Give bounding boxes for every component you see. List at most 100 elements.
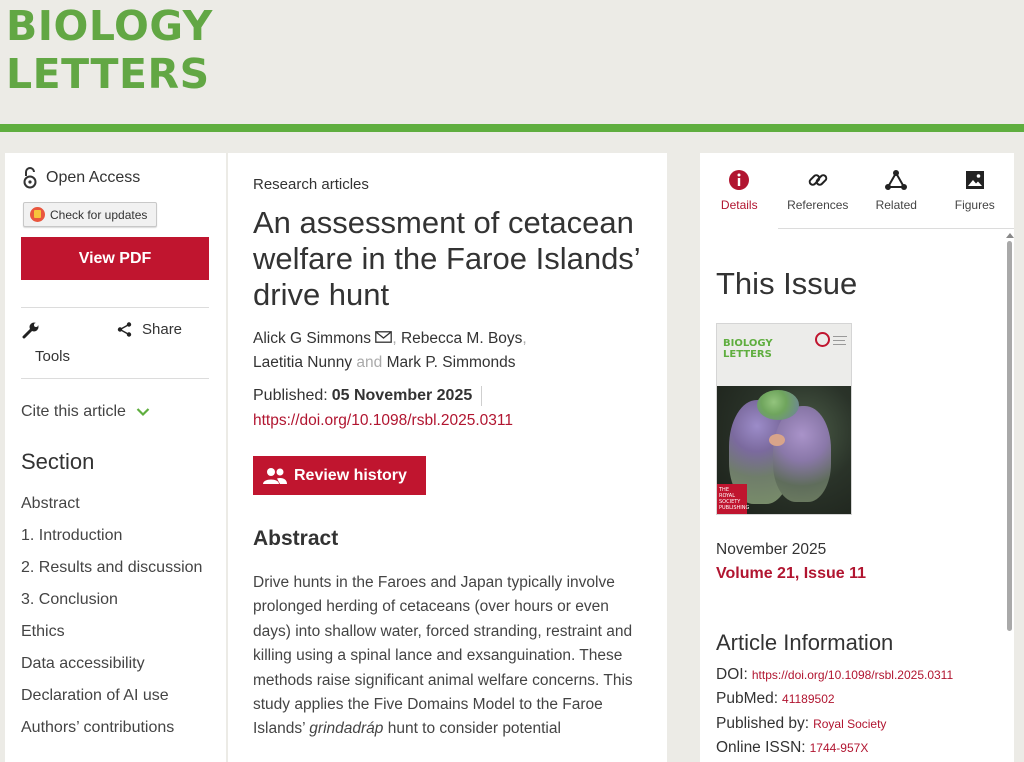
check-for-updates-label: Check for updates: [50, 207, 148, 222]
cover-line: [833, 336, 847, 337]
share-button[interactable]: Share: [117, 321, 182, 338]
tab-related[interactable]: Related: [857, 153, 936, 229]
parrot-beak: [769, 434, 785, 446]
abstract-heading: Abstract: [253, 527, 339, 550]
issue-cover-image[interactable]: BIOLOGY LETTERS THE ROYAL SOCIETY PUBLIS…: [716, 323, 852, 515]
article-title: An assessment of cetacean welfare in the…: [253, 205, 640, 312]
people-icon: [263, 467, 287, 484]
author-link[interactable]: Laetitia Nunny: [253, 354, 352, 371]
tab-label: Figures: [954, 198, 995, 212]
author-link[interactable]: Alick G Simmons: [253, 330, 371, 347]
info-publisher: Published by: Royal Society: [716, 712, 953, 736]
brand-divider: [0, 124, 1024, 132]
info-pubmed: PubMed: 41189502: [716, 687, 953, 711]
cover-line: [833, 340, 845, 341]
check-for-updates-button[interactable]: Check for updates: [23, 202, 157, 227]
published-date: Published: 05 November 2025: [253, 386, 483, 406]
tabs-underline: [778, 228, 1014, 229]
wrench-icon: [22, 322, 39, 339]
open-lock-icon: [23, 167, 37, 189]
section-link-contributions[interactable]: Authors’ contributions: [21, 717, 216, 738]
section-link-abstract[interactable]: Abstract: [21, 493, 216, 514]
section-link-ethics[interactable]: Ethics: [21, 621, 216, 642]
mail-icon[interactable]: [375, 331, 393, 343]
details-panel: Details References Related Figures This …: [700, 153, 1014, 762]
issue-date: November 2025: [716, 541, 827, 558]
panel-scrollbar[interactable]: [1005, 229, 1014, 762]
crossmark-icon: [30, 207, 45, 222]
author-link[interactable]: Rebecca M. Boys: [401, 330, 522, 347]
doi-link[interactable]: https://doi.org/10.1098/rsbl.2025.0311: [253, 412, 513, 430]
parrot-right: [773, 406, 831, 502]
info-icon: [729, 170, 750, 190]
abstract-text-end: hunt to consider potential: [383, 720, 561, 738]
author-list: Alick G Simmons , Rebecca M. Boys, Laeti…: [253, 327, 653, 375]
section-link-introduction[interactable]: 1. Introduction: [21, 525, 216, 546]
cite-article-toggle[interactable]: Cite this article: [21, 403, 150, 421]
open-access-badge: Open Access: [22, 167, 140, 189]
article-main: Research articles An assessment of cetac…: [228, 153, 667, 762]
info-label: DOI:: [716, 666, 748, 683]
published-value: 05 November 2025: [331, 387, 473, 404]
review-history-button[interactable]: Review history: [253, 456, 426, 495]
article-info-heading: Article Information: [716, 630, 894, 655]
tab-details[interactable]: Details: [700, 153, 779, 229]
tools-label: Tools: [35, 348, 71, 365]
sidebar-divider: [21, 307, 209, 308]
image-icon: [965, 171, 984, 189]
info-issn: Online ISSN: 1744-957X: [716, 736, 953, 760]
article-type: Research articles: [253, 176, 369, 193]
published-label: Published:: [253, 387, 328, 404]
author-link[interactable]: Mark P. Simmonds: [387, 354, 516, 371]
scroll-up-arrow[interactable]: [1006, 233, 1014, 238]
logo-line-2: LETTERS: [6, 50, 210, 98]
view-pdf-button[interactable]: View PDF: [21, 237, 209, 280]
cover-title-line-1: BIOLOGY: [723, 338, 773, 349]
abstract-text: Drive hunts in the Faroes and Japan typi…: [253, 571, 638, 742]
author-separator: ,: [392, 330, 401, 347]
review-history-label: Review history: [294, 466, 407, 484]
section-link-ai-use[interactable]: Declaration of AI use: [21, 685, 216, 706]
section-heading: Section: [21, 449, 95, 474]
tab-figures[interactable]: Figures: [936, 153, 1015, 229]
section-link-data-accessibility[interactable]: Data accessibility: [21, 653, 216, 674]
share-label: Share: [142, 321, 183, 338]
cover-line: [833, 344, 846, 345]
chevron-down-icon: [136, 408, 150, 417]
info-label: Online ISSN:: [716, 738, 806, 756]
section-link-conclusion[interactable]: 3. Conclusion: [21, 589, 216, 610]
network-icon: [885, 170, 908, 190]
publisher-logo: THE ROYAL SOCIETY PUBLISHING: [717, 484, 749, 514]
panel-tabs: Details References Related Figures: [700, 153, 1014, 229]
cover-title: BIOLOGY LETTERS: [723, 338, 773, 360]
abstract-text-start: Drive hunts in the Faroes and Japan typi…: [253, 574, 633, 738]
cover-title-line-2: LETTERS: [723, 349, 772, 360]
author-separator: ,: [522, 330, 527, 347]
info-publisher-link[interactable]: Royal Society: [813, 717, 886, 731]
info-issn-link[interactable]: 1744-957X: [810, 741, 869, 755]
cite-label: Cite this article: [21, 403, 126, 420]
journal-logo[interactable]: BIOLOGY LETTERS: [6, 2, 213, 98]
tab-label: Details: [720, 198, 758, 212]
tab-references[interactable]: References: [779, 153, 858, 229]
info-pubmed-link[interactable]: 41189502: [782, 692, 835, 706]
scrollbar-thumb[interactable]: [1007, 241, 1012, 631]
site-header: BIOLOGY LETTERS: [0, 0, 1024, 124]
anniversary-seal: [815, 332, 830, 347]
info-doi-link[interactable]: https://doi.org/10.1098/rsbl.2025.0311: [752, 668, 953, 682]
link-icon: [808, 174, 828, 186]
logo-line-1: BIOLOGY: [6, 2, 213, 50]
issue-volume-link[interactable]: Volume 21, Issue 11: [716, 565, 866, 583]
open-access-label: Open Access: [46, 169, 141, 186]
section-link-results[interactable]: 2. Results and discussion: [21, 557, 216, 578]
info-doi: DOI: https://doi.org/10.1098/rsbl.2025.03…: [716, 663, 953, 687]
article-info-list: DOI: https://doi.org/10.1098/rsbl.2025.03…: [716, 663, 953, 760]
info-label: Published by:: [716, 714, 810, 732]
info-label: PubMed:: [716, 690, 779, 708]
article-sidebar: Open Access Check for updates View PDF T…: [5, 153, 226, 762]
this-issue-heading: This Issue: [716, 266, 858, 301]
sidebar-divider: [21, 378, 209, 379]
abstract-emphasis: grindadráp: [309, 720, 384, 738]
share-icon: [117, 322, 132, 337]
divider: [481, 386, 483, 406]
